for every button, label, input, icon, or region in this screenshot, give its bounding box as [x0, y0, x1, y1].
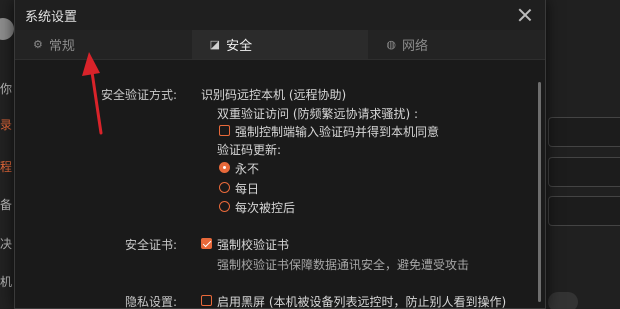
force-code-checkbox[interactable] [219, 125, 230, 136]
tab-bar: ⚙ 常规 ◪ 安全 ◍ 网络 [15, 30, 545, 60]
verification-mode-text: 识别码远控本机 (远程协助) [201, 88, 347, 102]
tab-label: 常规 [48, 39, 75, 54]
background-right-panel [546, 0, 620, 309]
code-update-option-label: 每次被控后 [235, 201, 296, 215]
code-update-never-radio[interactable] [219, 162, 230, 173]
security-settings-panel: 安全验证方式: 识别码远控本机 (远程协助) 双重验证访问 (防频繁远协请求骚扰… [15, 60, 545, 308]
background-input[interactable] [548, 196, 620, 226]
code-update-option-label: 每日 [235, 182, 260, 196]
force-certificate-label: 强制校验证书 [217, 238, 290, 252]
force-certificate-checkbox[interactable] [201, 238, 212, 249]
screen: 你 录 程 备 决 机 系统设置 ⚙ 常规 ◪ 安全 ◍ 网络 安全验证方式: … [0, 0, 620, 309]
security-certificate-label: 安全证书: [125, 238, 178, 252]
close-button[interactable] [517, 7, 533, 23]
globe-icon: ◍ [386, 38, 396, 51]
settings-dialog: 系统设置 ⚙ 常规 ◪ 安全 ◍ 网络 安全验证方式: 识别码远控本机 (远程协… [14, 0, 546, 309]
force-code-label: 强制控制端输入验证码并得到本机同意 [235, 125, 440, 139]
dual-verification-text: 双重验证访问 (防频繁远协请求骚扰) : [217, 107, 419, 121]
tab-general[interactable]: ⚙ 常规 [15, 30, 192, 59]
tab-security[interactable]: ◪ 安全 [191, 30, 369, 59]
gear-icon: ⚙ [33, 38, 43, 51]
avatar [0, 18, 14, 40]
tab-label: 网络 [401, 39, 428, 54]
code-update-option-label: 永不 [235, 162, 260, 176]
background-input[interactable] [548, 157, 620, 187]
scrollbar-thumb[interactable] [538, 82, 541, 302]
black-screen-checkbox[interactable] [201, 295, 212, 306]
background-input[interactable] [548, 117, 620, 147]
background-button[interactable] [548, 292, 578, 309]
shield-icon: ◪ [209, 38, 221, 51]
security-verification-label: 安全验证方式: [101, 88, 178, 102]
tab-network[interactable]: ◍ 网络 [368, 30, 545, 59]
scrollbar[interactable] [538, 82, 541, 302]
dialog-header: 系统设置 [15, 0, 545, 30]
black-screen-label: 启用黑屏 (本机被设备列表远控时，防止别人看到操作) [217, 295, 507, 308]
dialog-title: 系统设置 [25, 9, 78, 25]
privacy-label: 隐私设置: [125, 295, 178, 308]
code-update-after-control-radio[interactable] [219, 201, 230, 212]
code-update-label: 验证码更新: [217, 143, 282, 157]
certificate-description: 强制校验证书保障数据通讯安全，避免遭受攻击 [217, 258, 470, 272]
tab-label: 安全 [226, 39, 253, 54]
code-update-daily-radio[interactable] [219, 182, 230, 193]
